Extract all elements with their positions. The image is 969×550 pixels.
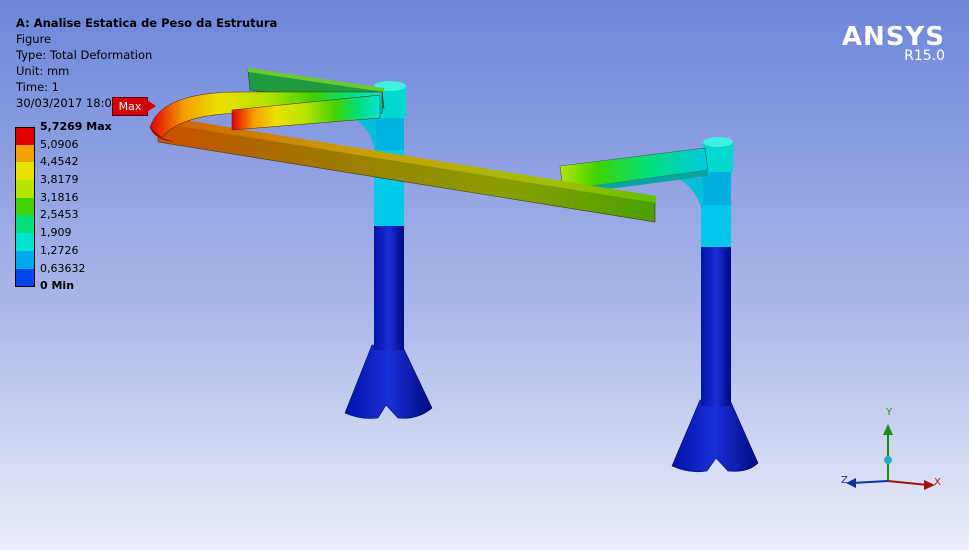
- result-type: Type: Total Deformation: [16, 48, 153, 62]
- coordinate-triad[interactable]: Y X Z: [838, 403, 948, 498]
- legend-label: 4,4542: [40, 155, 79, 169]
- legend-label: 3,8179: [40, 173, 79, 187]
- y-axis-label: Y: [886, 407, 893, 418]
- x-axis-label: X: [934, 477, 941, 488]
- legend-label: 3,1816: [40, 190, 79, 204]
- figure-label: Figure: [16, 32, 52, 46]
- legend-label: 1,909: [40, 226, 72, 240]
- legend-swatch: [15, 197, 35, 216]
- analysis-title: A: Analise Estatica de Peso da Estrutura: [16, 16, 278, 30]
- legend-label: 0,63632: [40, 261, 86, 275]
- legend-swatch: [15, 215, 35, 234]
- legend-label: 5,7269 Max: [40, 120, 112, 133]
- z-axis-label: Z: [841, 475, 848, 486]
- result-unit: Unit: mm: [16, 64, 70, 78]
- legend-label: 0 Min: [40, 279, 75, 293]
- triad-axes-icon: [846, 424, 935, 490]
- legend-label: 5,0906: [40, 137, 79, 151]
- legend-swatch: [15, 162, 35, 181]
- legend-swatch: [15, 180, 35, 198]
- legend-swatch: [15, 233, 35, 251]
- legend-swatch: [15, 144, 35, 163]
- ansys-logo: ANSYS R15.0: [842, 22, 945, 64]
- result-time: Time: 1: [16, 80, 59, 94]
- legend-swatch: [15, 268, 35, 288]
- max-probe-label[interactable]: Max: [112, 97, 156, 116]
- legend-label: 2,5453: [40, 208, 79, 222]
- legend-swatch: [15, 250, 35, 269]
- graphics-viewport[interactable]: A: Analise Estatica de Peso da Estrutura…: [0, 0, 969, 550]
- legend-label: 1,2726: [40, 243, 79, 257]
- legend-swatch: [15, 127, 35, 146]
